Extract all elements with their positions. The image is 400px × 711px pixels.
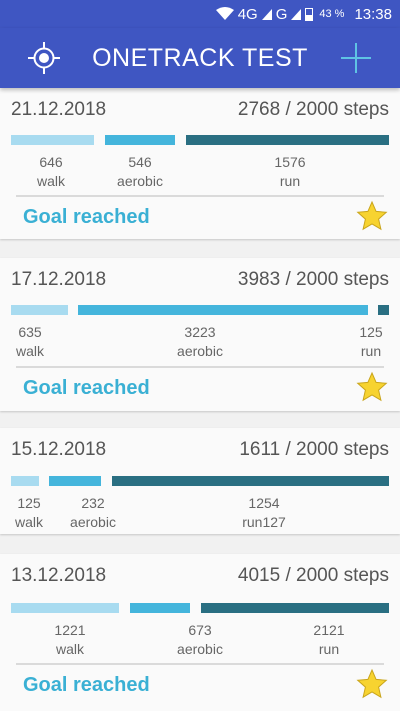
walk-label: walk [15, 343, 45, 359]
card-header: 21.12.2018 2768 / 2000 steps [11, 96, 389, 124]
star-icon [356, 200, 388, 231]
card-divider [16, 663, 384, 665]
signal-icon-2 [291, 8, 302, 20]
aerobic-count: 546 [128, 154, 152, 170]
battery-icon [305, 7, 314, 21]
run-stat: 125 run [359, 323, 382, 361]
run-label: run127 [242, 514, 286, 530]
card-steps: 1611 / 2000 steps [239, 439, 389, 460]
walk-count: 1221 [54, 622, 86, 638]
walk-stat: 646 walk [37, 153, 65, 191]
goal-reached-label: Goal reached [23, 206, 150, 228]
walk-stat: 635 walk [16, 323, 44, 361]
aerobic-stat: 232 aerobic [70, 494, 116, 532]
run-bar [112, 476, 389, 486]
run-label: run [279, 173, 301, 189]
aerobic-bar [105, 135, 175, 145]
walk-stat: 1221 walk [54, 621, 85, 659]
app-bar: ONETRACK TEST [0, 28, 400, 88]
activity-card[interactable]: 13.12.2018 4015 / 2000 steps 1221 walk 6… [0, 554, 400, 711]
network-type-label-2: G [275, 5, 288, 23]
aerobic-stat: 546 aerobic [117, 153, 163, 191]
run-count: 1576 [274, 154, 306, 170]
aerobic-count: 232 [81, 495, 105, 511]
walk-count: 646 [39, 154, 63, 170]
run-stat: 1254 run127 [242, 494, 286, 532]
walk-label: walk [36, 173, 66, 189]
aerobic-stat: 3223 aerobic [177, 323, 223, 361]
walk-label: walk [55, 641, 84, 657]
plus-icon [341, 43, 371, 73]
card-header: 13.12.2018 4015 / 2000 steps [11, 562, 389, 590]
star-icon [356, 668, 388, 699]
status-bar: 4G G 43 % 13:38 [0, 0, 400, 28]
card-divider [16, 195, 384, 197]
activity-card[interactable]: 15.12.2018 1611 / 2000 steps 125 walk 23… [0, 428, 400, 534]
walk-bar [11, 603, 119, 613]
run-bar [201, 603, 389, 613]
walk-stat: 125 walk [15, 494, 43, 532]
wifi-icon [215, 7, 234, 20]
walk-bar [11, 476, 39, 486]
card-header: 15.12.2018 1611 / 2000 steps [11, 436, 389, 464]
aerobic-bar [130, 603, 190, 613]
card-date: 13.12.2018 [11, 565, 107, 586]
aerobic-stat: 673 aerobic [177, 621, 223, 659]
run-stat: 1576 run [274, 153, 305, 191]
battery-percent: 43 % [319, 8, 345, 20]
card-date: 21.12.2018 [11, 99, 107, 120]
card-steps: 4015 / 2000 steps [237, 565, 389, 586]
card-steps: 2768 / 2000 steps [237, 99, 389, 120]
activity-card[interactable]: 21.12.2018 2768 / 2000 steps 646 walk 54… [0, 88, 400, 239]
aerobic-count: 673 [188, 622, 212, 638]
run-label: run [318, 641, 340, 657]
aerobic-label: aerobic [70, 514, 116, 530]
network-type-label: 4G [237, 5, 258, 23]
aerobic-label: aerobic [117, 173, 163, 189]
run-label: run [360, 343, 382, 359]
status-icons: 4G G 43 % 13:38 [215, 0, 392, 28]
activity-card[interactable]: 17.12.2018 3983 / 2000 steps 635 walk 32… [0, 258, 400, 411]
run-stat: 2121 run [313, 621, 344, 659]
aerobic-bar [78, 305, 368, 315]
walk-count: 125 [17, 495, 41, 511]
walk-bar [11, 305, 68, 315]
card-header: 17.12.2018 3983 / 2000 steps [11, 266, 389, 294]
add-button[interactable] [338, 40, 374, 76]
run-count: 2121 [313, 622, 345, 638]
goal-reached-label: Goal reached [23, 674, 150, 696]
goal-reached-label: Goal reached [23, 377, 150, 399]
walk-label: walk [14, 514, 44, 530]
run-count: 1254 [248, 495, 280, 511]
aerobic-count: 3223 [184, 324, 216, 340]
aerobic-label: aerobic [177, 343, 223, 359]
star-icon [356, 371, 388, 402]
card-steps: 3983 / 2000 steps [237, 269, 389, 290]
run-bar [186, 135, 389, 145]
activity-list[interactable]: 21.12.2018 2768 / 2000 steps 646 walk 54… [0, 88, 400, 711]
aerobic-bar [49, 476, 101, 486]
run-count: 125 [359, 324, 383, 340]
run-bar [378, 305, 389, 315]
card-date: 15.12.2018 [11, 439, 107, 460]
walk-bar [11, 135, 94, 145]
aerobic-label: aerobic [177, 641, 223, 657]
card-divider [16, 366, 384, 368]
walk-count: 635 [18, 324, 42, 340]
clock: 13:38 [354, 5, 392, 23]
card-date: 17.12.2018 [11, 269, 107, 290]
signal-icon [261, 8, 272, 20]
